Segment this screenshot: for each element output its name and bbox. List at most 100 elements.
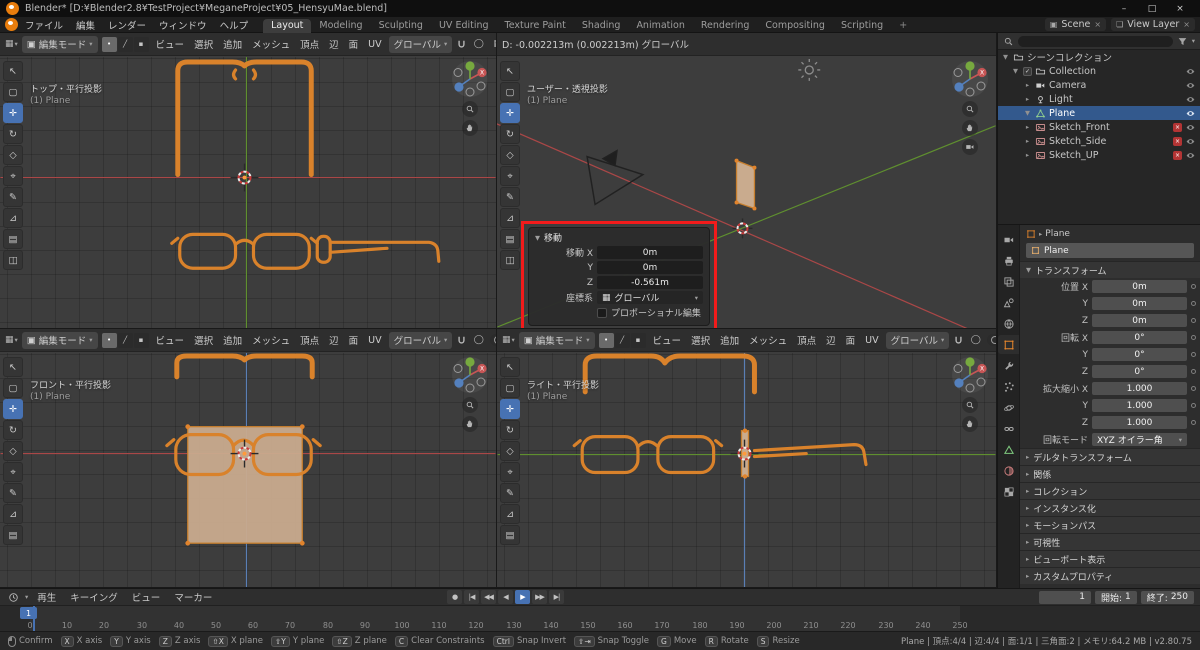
snap-magnet-icon[interactable] [953, 335, 964, 346]
tab-sculpting[interactable]: Sculpting [371, 19, 431, 33]
section-instancing[interactable]: ▸インスタンス化 [1020, 499, 1200, 516]
tab-render[interactable] [998, 230, 1019, 249]
hide-eye-icon[interactable] [1185, 94, 1196, 105]
move-x-field[interactable]: 0m [597, 246, 703, 259]
tab-animation[interactable]: Animation [628, 19, 692, 33]
timeline-editor-icon[interactable] [6, 592, 21, 603]
tool-rotate[interactable]: ↻ [3, 124, 23, 144]
tool-tweak[interactable]: ↖ [500, 61, 520, 81]
menu-add[interactable]: 追加 [220, 333, 245, 347]
outliner-row-collection[interactable]: ▼ ✓ Collection [998, 64, 1200, 78]
tab-texture[interactable] [998, 482, 1019, 501]
menu-view[interactable]: ビュー [127, 590, 166, 604]
zoom-icon[interactable] [462, 397, 478, 413]
menu-vertex[interactable]: 頂点 [297, 333, 322, 347]
tool-tweak[interactable]: ↖ [3, 61, 23, 81]
zoom-icon[interactable] [462, 101, 478, 117]
scale-y-field[interactable]: 1.000 [1092, 399, 1187, 412]
tab-physics[interactable] [998, 398, 1019, 417]
pan-hand-icon[interactable] [962, 120, 978, 136]
nav-gizmo[interactable] [951, 356, 989, 394]
shading-wireframe-icon[interactable] [494, 336, 496, 344]
section-transform[interactable]: ▼トランスフォーム [1020, 261, 1200, 278]
outliner-row-sketch-front[interactable]: ▸ Sketch_Front × [998, 120, 1200, 134]
menu-face[interactable]: 面 [346, 37, 362, 51]
vertex-select-button[interactable]: • [102, 37, 117, 52]
menu-view[interactable]: ビュー [153, 333, 188, 347]
tab-layout[interactable]: Layout [263, 19, 311, 33]
blender-menu-icon[interactable] [5, 18, 18, 31]
rotation-mode-select[interactable]: XYZ オイラー角▾ [1092, 433, 1187, 446]
frame-start-field[interactable]: 開始:1 [1095, 591, 1137, 604]
nav-gizmo[interactable] [951, 60, 989, 98]
menu-add[interactable]: 追加 [717, 333, 742, 347]
playhead-frame-badge[interactable]: 1 [20, 607, 37, 619]
tool-scale[interactable]: ◇ [500, 441, 520, 461]
tool-transform[interactable]: ⌖ [500, 166, 520, 186]
tool-move[interactable]: ✛ [500, 103, 520, 123]
object-name-field[interactable]: Plane [1026, 243, 1194, 258]
menu-edge[interactable]: 辺 [823, 333, 839, 347]
tool-move[interactable]: ✛ [3, 103, 23, 123]
pan-hand-icon[interactable] [462, 120, 478, 136]
tool-add-cube[interactable]: ▤ [3, 229, 23, 249]
section-relations[interactable]: ▸関係 [1020, 465, 1200, 482]
section-collections[interactable]: ▸コレクション [1020, 482, 1200, 499]
section-delta-transform[interactable]: ▸デルタトランスフォーム [1020, 448, 1200, 465]
proportional-edit-icon[interactable]: ◯ [471, 39, 486, 49]
tool-measure[interactable]: ⊿ [500, 208, 520, 228]
outliner-row-plane[interactable]: ▼ Plane [998, 106, 1200, 120]
tool-scale[interactable]: ◇ [3, 441, 23, 461]
menu-mesh[interactable]: メッシュ [249, 333, 293, 347]
tool-rotate[interactable]: ↻ [500, 420, 520, 440]
menu-face[interactable]: 面 [843, 333, 859, 347]
excluded-render-icon[interactable]: × [1173, 137, 1182, 146]
minimize-button[interactable]: – [1110, 1, 1138, 17]
menu-playback[interactable]: 再生 [32, 590, 61, 604]
section-visibility[interactable]: ▸可視性 [1020, 533, 1200, 550]
outliner-search-input[interactable] [1018, 36, 1173, 47]
tool-extrude[interactable]: ◫ [3, 250, 23, 270]
tool-transform[interactable]: ⌖ [3, 462, 23, 482]
orientation-dropdown[interactable]: グローバル▾ [389, 332, 453, 349]
menu-vertex[interactable]: 頂点 [297, 37, 322, 51]
menu-vertex[interactable]: 頂点 [794, 333, 819, 347]
hide-eye-icon[interactable] [1185, 108, 1196, 119]
tool-annotate[interactable]: ✎ [3, 187, 23, 207]
animate-dot-icon[interactable] [1191, 301, 1196, 306]
proportional-edit-icon[interactable]: ◯ [968, 335, 983, 345]
menu-keying[interactable]: キーイング [65, 590, 123, 604]
menu-face[interactable]: 面 [346, 333, 362, 347]
tool-annotate[interactable]: ✎ [3, 483, 23, 503]
tool-add-cube[interactable]: ▤ [500, 229, 520, 249]
tool-transform[interactable]: ⌖ [3, 166, 23, 186]
menu-add[interactable]: 追加 [220, 37, 245, 51]
animate-dot-icon[interactable] [1191, 386, 1196, 391]
zoom-icon[interactable] [962, 397, 978, 413]
animate-dot-icon[interactable] [1191, 318, 1196, 323]
light-object[interactable] [798, 59, 820, 81]
animate-dot-icon[interactable] [1191, 335, 1196, 340]
tool-move[interactable]: ✛ [3, 399, 23, 419]
editor-dropdown-icon[interactable]: ▾ [25, 593, 28, 601]
collection-checkbox[interactable]: ✓ [1023, 67, 1032, 76]
vertex-select-button[interactable]: • [599, 333, 614, 348]
tool-select-box[interactable]: ▢ [3, 82, 23, 102]
rotation-z-field[interactable]: 0° [1092, 365, 1187, 378]
tool-move[interactable]: ✛ [500, 399, 520, 419]
menu-marker[interactable]: マーカー [169, 590, 217, 604]
tab-uv-editing[interactable]: UV Editing [431, 19, 497, 33]
camera-object[interactable] [587, 151, 643, 205]
scene-selector[interactable]: ▣ Scene × [1045, 18, 1106, 31]
tab-compositing[interactable]: Compositing [757, 19, 833, 33]
tool-add-cube[interactable]: ▤ [3, 525, 23, 545]
pan-hand-icon[interactable] [462, 416, 478, 432]
view-layer-selector[interactable]: ❏ View Layer × [1111, 18, 1195, 31]
tool-transform[interactable]: ⌖ [500, 462, 520, 482]
edge-select-button[interactable]: ╱ [118, 333, 133, 348]
editor-type-button[interactable]: ▦▾ [502, 335, 515, 345]
orientation-select[interactable]: ▦ グローバル ▾ [597, 291, 703, 304]
viewport-right[interactable]: ▦▾ ▣編集モード▾ • ╱ ▪ ビュー 選択 追加 メッシュ 頂点 辺 面 U… [497, 329, 997, 588]
search-icon[interactable] [1003, 36, 1014, 47]
move-y-field[interactable]: 0m [597, 261, 703, 274]
